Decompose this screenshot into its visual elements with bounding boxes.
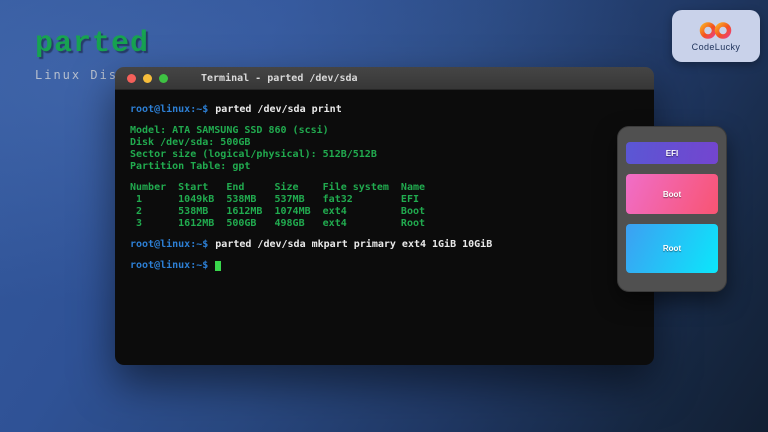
partition-table-header: Number Start End Size File system Name (130, 182, 644, 194)
shell-prompt: root@linux:~$ (130, 239, 208, 250)
output-disk: Disk /dev/sda: 500GB (130, 137, 644, 149)
terminal-title: Terminal - parted /dev/sda (201, 73, 358, 84)
terminal-window: Terminal - parted /dev/sda root@linux:~$… (115, 67, 654, 365)
infinity-icon (697, 21, 735, 40)
terminal-command-line: root@linux:~$parted /dev/sda print (130, 104, 644, 116)
shell-command: parted /dev/sda print (208, 104, 341, 115)
terminal-cursor (215, 261, 221, 271)
output-sector-size: Sector size (logical/physical): 512B/512… (130, 149, 644, 161)
terminal-command-line: root@linux:~$parted /dev/sda mkpart prim… (130, 239, 644, 251)
terminal-prompt-line: root@linux:~$ (130, 260, 644, 272)
partition-block-boot: Boot (626, 174, 718, 214)
partition-table-row: 2 538MB 1612MB 1074MB ext4 Boot (130, 206, 644, 218)
partition-block-efi: EFI (626, 142, 718, 164)
output-model: Model: ATA SAMSUNG SSD 860 (scsi) (130, 125, 644, 137)
output-partition-table: Partition Table: gpt (130, 161, 644, 173)
page-title: parted (35, 28, 149, 60)
terminal-output[interactable]: root@linux:~$parted /dev/sda print Model… (115, 90, 654, 365)
shell-command: parted /dev/sda mkpart primary ext4 1GiB… (208, 239, 492, 250)
disk-graphic: EFI Boot Root (617, 126, 727, 292)
shell-prompt: root@linux:~$ (130, 104, 208, 115)
page: parted Linux Disk P CodeLucky Terminal -… (0, 0, 768, 432)
maximize-button[interactable] (159, 74, 168, 83)
terminal-titlebar: Terminal - parted /dev/sda (115, 67, 654, 90)
brand-card: CodeLucky (672, 10, 760, 62)
shell-prompt: root@linux:~$ (130, 260, 208, 271)
brand-name: CodeLucky (692, 42, 741, 52)
partition-block-root: Root (626, 224, 718, 273)
close-button[interactable] (127, 74, 136, 83)
partition-table-row: 1 1049kB 538MB 537MB fat32 EFI (130, 194, 644, 206)
partition-table-row: 3 1612MB 500GB 498GB ext4 Root (130, 218, 644, 230)
minimize-button[interactable] (143, 74, 152, 83)
